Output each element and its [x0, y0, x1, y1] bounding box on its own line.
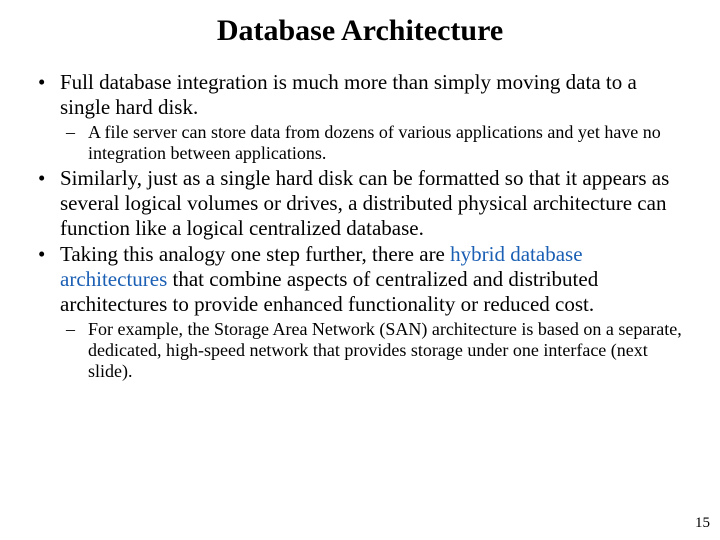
sub-bullet-list: For example, the Storage Area Network (S…: [60, 319, 690, 383]
sub-bullet-text: For example, the Storage Area Network (S…: [88, 319, 682, 381]
bullet-item: Taking this analogy one step further, th…: [30, 242, 690, 382]
bullet-text-pre: Taking this analogy one step further, th…: [60, 242, 450, 266]
bullet-item: Full database integration is much more t…: [30, 70, 690, 164]
slide-title: Database Architecture: [30, 14, 690, 48]
bullet-list: Full database integration is much more t…: [30, 70, 690, 382]
sub-bullet-item: For example, the Storage Area Network (S…: [60, 319, 690, 383]
sub-bullet-list: A file server can store data from dozens…: [60, 122, 690, 164]
bullet-item: Similarly, just as a single hard disk ca…: [30, 166, 690, 240]
page-number: 15: [695, 515, 710, 532]
bullet-text: Similarly, just as a single hard disk ca…: [60, 166, 669, 240]
slide-container: Database Architecture Full database inte…: [0, 0, 720, 382]
bullet-text: Full database integration is much more t…: [60, 70, 637, 119]
sub-bullet-text: A file server can store data from dozens…: [88, 122, 661, 163]
sub-bullet-item: A file server can store data from dozens…: [60, 122, 690, 164]
